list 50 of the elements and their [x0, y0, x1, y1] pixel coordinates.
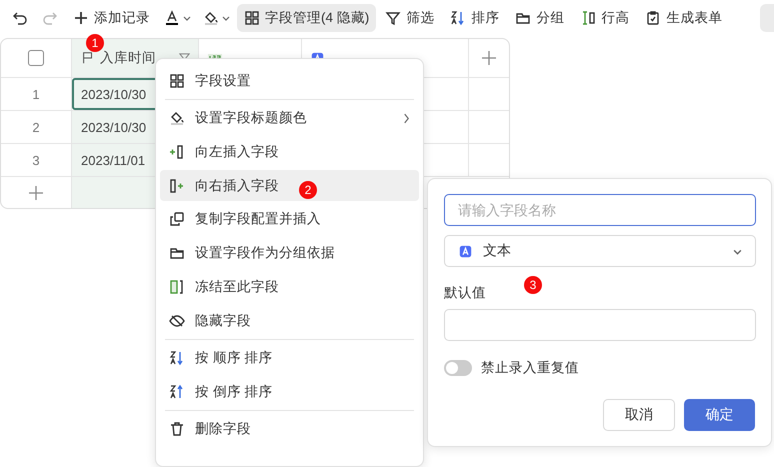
field-type-select[interactable]: 文本: [444, 235, 756, 267]
confirm-button[interactable]: 确定: [684, 399, 755, 431]
sort-icon: [450, 10, 466, 26]
freeze-icon: [169, 279, 185, 295]
cancel-button[interactable]: 取消: [603, 399, 675, 431]
text-color-icon: [164, 10, 180, 26]
grid-icon: [244, 10, 260, 26]
flag-icon: [81, 51, 95, 65]
field-name-input[interactable]: 请输入字段名称: [444, 194, 756, 226]
paint-bucket-icon: [169, 110, 185, 126]
toolbar-button[interactable]: 生成表单: [638, 4, 730, 32]
toggle-switch[interactable]: [444, 360, 472, 376]
default-value-input[interactable]: [444, 309, 756, 341]
paint-bucket-icon: [203, 10, 219, 26]
redo-icon: [42, 10, 58, 26]
caret-icon: [183, 14, 191, 22]
caret-icon: [222, 14, 230, 22]
toggle-label: 禁止录入重复值: [481, 359, 579, 377]
toolbar-button[interactable]: 排序: [443, 4, 506, 32]
plus-icon: [73, 10, 89, 26]
eye-slash-icon: [169, 313, 185, 329]
step-badge: 1: [86, 34, 104, 52]
filter-icon: [385, 10, 402, 26]
copy-icon: [169, 211, 185, 227]
sort-descending-icon: [169, 384, 185, 400]
insert-left-icon: [169, 144, 185, 160]
toolbar-button[interactable]: 行高: [573, 4, 636, 32]
menu-item[interactable]: 按 倒序 排序: [160, 376, 419, 408]
plus-icon: [28, 184, 44, 200]
clipboard-icon: [645, 10, 662, 26]
add-column-icon[interactable]: [481, 50, 497, 66]
menu-item[interactable]: 冻结至此字段: [160, 271, 419, 303]
grid-icon: [169, 73, 185, 89]
trash-icon: [169, 421, 185, 437]
toolbar-button[interactable]: 字段管理(4 隐藏): [237, 4, 376, 32]
menu-item[interactable]: 删除字段: [160, 413, 419, 445]
row-height-icon: [580, 10, 596, 26]
menu-item[interactable]: 按 顺序 排序: [160, 342, 419, 374]
menu-item[interactable]: 设置字段作为分组依据: [160, 237, 419, 269]
menu-item[interactable]: 隐藏字段: [160, 305, 419, 337]
field-label: 默认值: [444, 284, 486, 302]
checkbox[interactable]: [28, 50, 44, 66]
toolbar-button[interactable]: 分组: [508, 4, 572, 32]
text-type-icon: [459, 244, 472, 258]
sort-ascending-icon: [169, 350, 185, 366]
undo-icon: [12, 10, 28, 26]
toolbar-button[interactable]: 筛选: [378, 4, 442, 32]
insert-right-icon: [169, 178, 185, 194]
toolbar-button[interactable]: 添加记录: [66, 4, 157, 32]
menu-item[interactable]: 复制字段配置并插入: [160, 203, 419, 235]
